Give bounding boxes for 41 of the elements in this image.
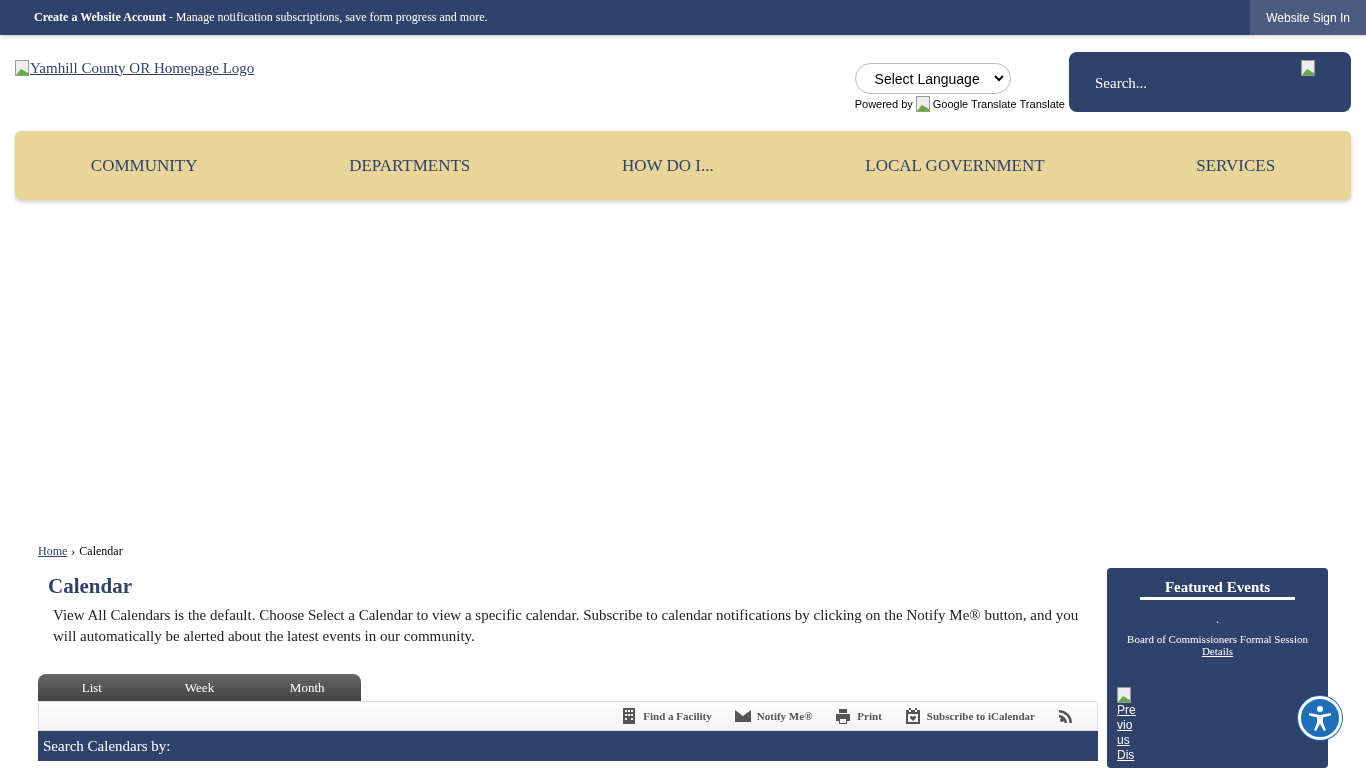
featured-title: Featured Events	[1140, 579, 1295, 600]
broken-image-icon	[15, 60, 29, 76]
details-link[interactable]: Details	[1201, 645, 1234, 657]
nav-item[interactable]: HOW DO I...	[621, 155, 714, 176]
nav-item[interactable]: SERVICES	[1196, 155, 1276, 176]
nav-item[interactable]: LOCAL GOVERNMENT	[865, 155, 1045, 176]
intro-paragraph: View All Calendars is the default. Choose Select a Calendar to view a specific calendar. Subscribe to calendar notifications by clicking on the Notify Me® button, and you will automatically be alerted about the latest events in our community.	[53, 606, 1080, 646]
breadcrumb-separator: ›	[71, 544, 76, 559]
language-select[interactable]: Select Language	[854, 63, 1011, 94]
sign-in-button[interactable]: Website Sign In	[1250, 0, 1366, 35]
toolbar-link[interactable]: Print	[834, 707, 882, 725]
account-banner-text: Create a Website Account - Manage notification subscriptions, save form progress and more.	[34, 10, 488, 25]
page-title: Calendar	[48, 574, 133, 599]
translate-alt-text: Google Translate	[932, 98, 1017, 110]
accessibility-button[interactable]	[1298, 696, 1342, 740]
event-title: Board of Commissioners Formal Session	[1127, 633, 1308, 645]
search-field[interactable]: Search...	[1093, 73, 1293, 93]
view-tab[interactable]: Week	[145, 674, 254, 701]
envelope-icon	[733, 707, 752, 725]
toolbar-link[interactable]: Subscribe to iCalendar	[903, 707, 1035, 725]
search-calendars-heading: Search Calendars by:	[38, 731, 1098, 761]
calendar-icon	[903, 707, 922, 725]
powered-by-text: Powered by	[854, 98, 913, 110]
nav-item[interactable]: DEPARTMENTS	[349, 155, 471, 176]
broken-image-icon	[915, 96, 930, 112]
view-tab[interactable]: Month	[253, 674, 361, 701]
translate-text: Translate	[1019, 98, 1065, 110]
breadcrumb-link[interactable]: Home	[38, 544, 68, 559]
print-icon	[834, 707, 853, 725]
toolbar-link[interactable]: Find a Facility	[620, 707, 712, 725]
nav-item[interactable]: COMMUNITY	[90, 155, 198, 176]
breadcrumb-current: Calendar	[79, 544, 123, 559]
broken-image-icon	[1301, 60, 1315, 76]
broken-image-icon	[1117, 687, 1131, 703]
logo-link[interactable]: Yamhill County OR Homepage Logo	[15, 52, 255, 84]
chevron-down-icon	[993, 74, 1004, 83]
view-tab[interactable]: List	[38, 674, 146, 701]
previous-link[interactable]: Previous Dis	[1117, 687, 1137, 763]
rss-icon[interactable]	[1057, 707, 1075, 725]
event-date: .	[1216, 612, 1219, 627]
toolbar-link[interactable]: Notify Me®	[733, 707, 813, 725]
